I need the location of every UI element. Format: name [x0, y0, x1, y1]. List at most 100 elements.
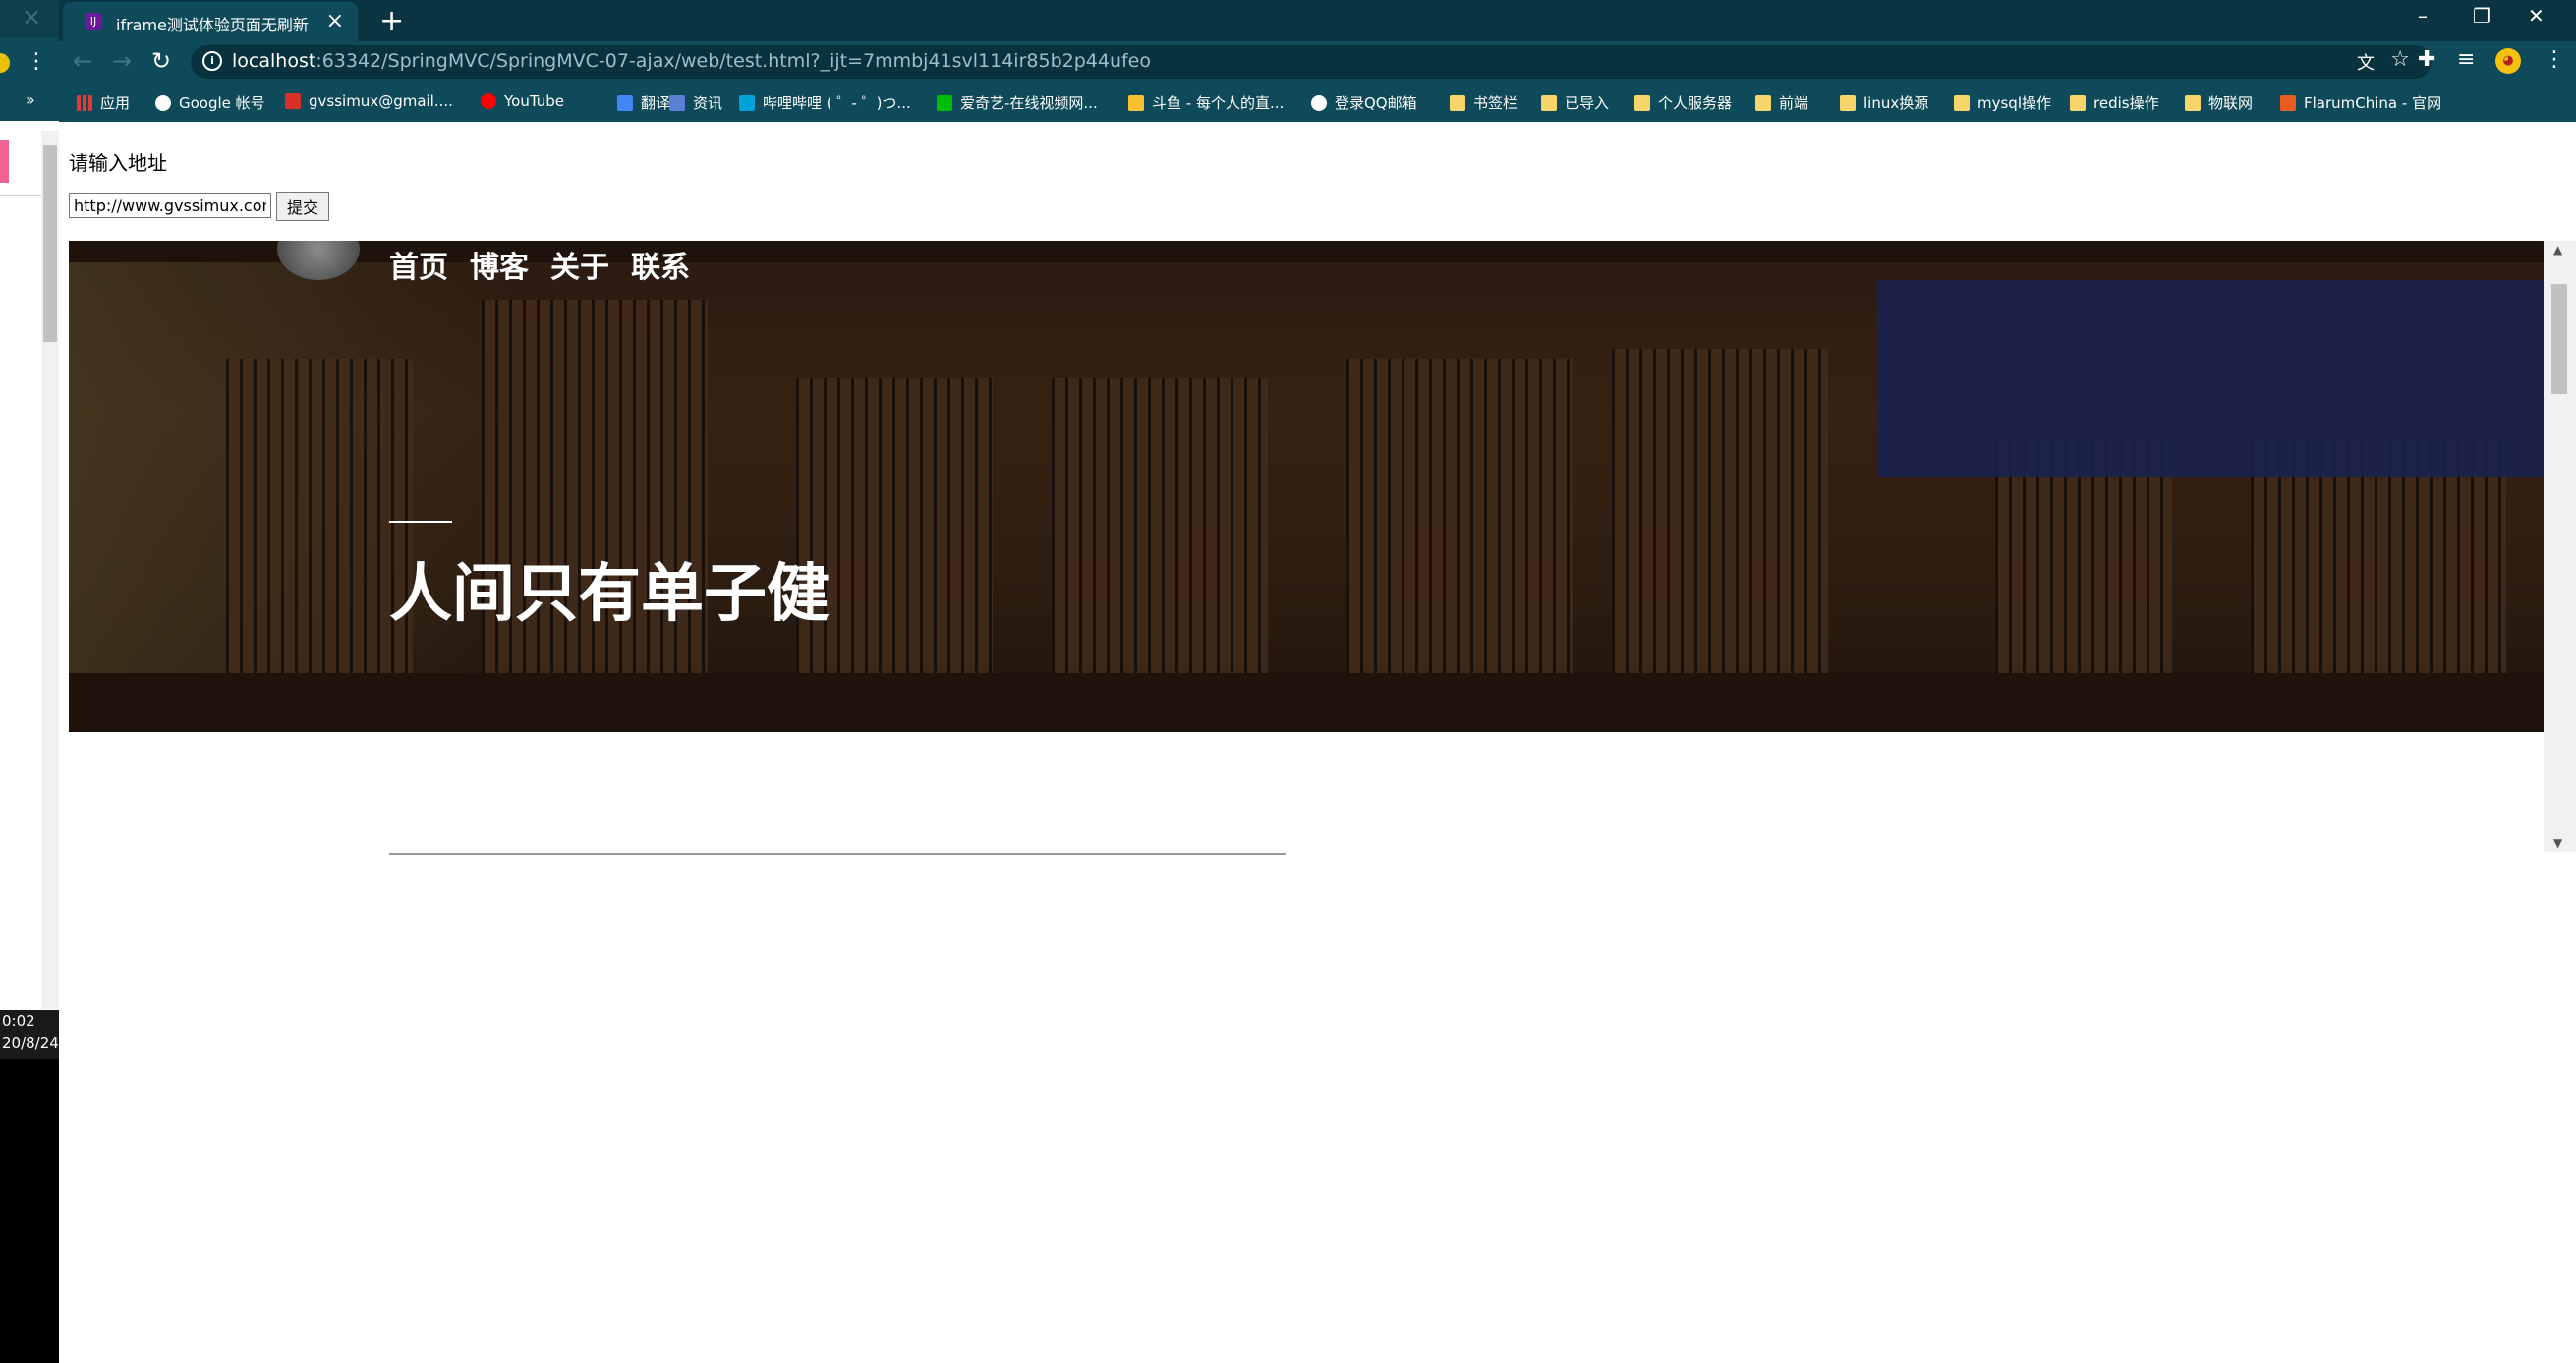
mail-icon [285, 93, 301, 109]
dy-icon [1128, 95, 1144, 111]
bookmark-label: 已导入 [1565, 94, 1610, 112]
nav-contact[interactable]: 联系 [631, 243, 690, 286]
yt-icon [481, 93, 496, 109]
fl-icon [2280, 95, 2296, 111]
nav-about[interactable]: 关于 [550, 243, 609, 286]
content-divider [389, 853, 1286, 855]
bookmark-item[interactable]: Google 帐号 [155, 92, 265, 113]
browser-window: IJ iframe测试体验页面无刷新 × + – ❐ ✕ ← → ↻ i loc… [59, 0, 2576, 1363]
bookmark-label: 物联网 [2208, 94, 2254, 112]
divider [0, 195, 43, 196]
bookmark-label: redis操作 [2093, 94, 2159, 112]
extensions-icon[interactable]: ✚ [2418, 47, 2435, 72]
bookmark-item[interactable]: gvssimux@gmail.... [285, 92, 453, 110]
background-scrollbar[interactable] [41, 131, 59, 1009]
apps-icon [77, 95, 92, 111]
bookmark-label: 哔哩哔哩 ( ゜- ゜)つ... [763, 94, 911, 112]
gb-icon [669, 95, 685, 111]
scrollbar-thumb[interactable] [2551, 284, 2567, 394]
bili-icon [739, 95, 755, 111]
close-icon[interactable]: × [326, 9, 344, 33]
hero-headline: 人间只有单子健 [389, 558, 830, 631]
address-bar[interactable]: i localhost:63342/SpringMVC/SpringMVC-07… [191, 45, 2432, 79]
site-nav: 首页 博客 关于 联系 [389, 243, 712, 286]
g-icon [155, 95, 171, 111]
url-text[interactable]: localhost:63342/SpringMVC/SpringMVC-07-a… [232, 50, 1151, 72]
address-input[interactable] [69, 193, 271, 218]
minimize-icon[interactable]: – [2418, 4, 2428, 28]
clock-date: 20/8/24 [2, 1034, 59, 1051]
bookmark-item[interactable]: 资讯 [669, 92, 722, 113]
bookmark-label: 翻译 [641, 94, 671, 112]
bookmark-label: FlarumChina - 官网 [2304, 94, 2442, 112]
bookmark-label: 个人服务器 [1658, 94, 1733, 112]
bookmark-label: 资讯 [693, 94, 723, 112]
folder-icon [1634, 95, 1650, 111]
avatar[interactable]: ◕ [2495, 48, 2521, 74]
pink-marker [0, 140, 9, 183]
hero-banner: 首页 博客 关于 联系 人间只有单子健 [69, 241, 2544, 732]
bookmark-item[interactable]: linux换源 [1840, 92, 1928, 113]
bookmark-item[interactable]: 个人服务器 [1634, 92, 1732, 113]
bookmark-label: Google 帐号 [179, 94, 265, 112]
plus-icon[interactable]: + [379, 4, 404, 38]
chevron-icon: » [26, 90, 35, 109]
bookmark-item[interactable]: mysql操作 [1954, 92, 2051, 113]
bookmark-item[interactable]: 翻译 [617, 92, 670, 113]
clock-time: 0:02 [2, 1012, 35, 1030]
forward-icon[interactable]: → [112, 47, 132, 75]
folder-icon [1755, 95, 1771, 111]
nav-blog[interactable]: 博客 [470, 243, 529, 286]
url-path: :63342/SpringMVC/SpringMVC-07-ajax/web/t… [315, 50, 1151, 72]
tab-strip: IJ iframe测试体验页面无刷新 × + – ❐ ✕ [59, 0, 2576, 41]
bookmark-label: 斗鱼 - 每个人的直... [1152, 94, 1285, 112]
scrollbar-thumb[interactable] [43, 145, 57, 342]
bookmark-item[interactable]: 前端 [1755, 92, 1808, 113]
bookmark-label: 登录QQ邮箱 [1335, 94, 1417, 112]
scroll-down-icon[interactable]: ▼ [2553, 836, 2562, 850]
bookmark-label: YouTube [504, 92, 564, 110]
bookmark-label: mysql操作 [1977, 94, 2051, 112]
bookmark-item[interactable]: 应用 [77, 92, 130, 113]
info-icon[interactable]: i [202, 51, 222, 71]
translate-icon[interactable]: 文 [2357, 49, 2375, 75]
bookmark-item[interactable]: 斗鱼 - 每个人的直... [1128, 92, 1284, 113]
bookmark-label: 前端 [1779, 94, 1809, 112]
tr-icon [617, 95, 633, 111]
reading-list-icon[interactable]: ≡ [2457, 47, 2475, 72]
background-window-tabstrip: × [0, 0, 59, 37]
background-window-strip: × ⋮ » 0:02 20/8/24 [0, 0, 59, 1363]
folder-icon [2070, 95, 2086, 111]
bookmark-item[interactable]: redis操作 [2070, 92, 2159, 113]
taskbar-clock[interactable]: 0:02 20/8/24 [0, 1010, 59, 1059]
reload-icon[interactable]: ↻ [151, 47, 171, 75]
bookmark-item[interactable]: 物联网 [2185, 92, 2253, 113]
folder-icon [2185, 95, 2201, 111]
address-prompt: 请输入地址 [69, 151, 167, 175]
tab-title: iframe测试体验页面无刷新 [116, 16, 309, 34]
submit-button[interactable]: 提交 [276, 192, 329, 221]
scroll-up-icon[interactable]: ▲ [2553, 243, 2562, 256]
bookmark-item[interactable]: FlarumChina - 官网 [2280, 92, 2441, 113]
bookmark-item[interactable]: 哔哩哔哩 ( ゜- ゜)つ... [739, 92, 911, 113]
headline-rule [389, 521, 452, 523]
bookmark-item[interactable]: 爱奇艺-在线视频网... [937, 92, 1098, 113]
nav-home[interactable]: 首页 [389, 243, 448, 286]
hero-overlay [69, 241, 2544, 732]
bookmark-item[interactable]: 书签栏 [1450, 92, 1517, 113]
tab-active[interactable]: IJ iframe测试体验页面无刷新 × [63, 2, 358, 41]
back-icon[interactable]: ← [73, 47, 92, 75]
bookmark-item[interactable]: YouTube [481, 92, 564, 110]
bookmark-item[interactable]: 登录QQ邮箱 [1311, 92, 1417, 113]
url-host: localhost [232, 50, 316, 72]
bookmark-label: 应用 [100, 94, 131, 112]
bookmark-label: 书签栏 [1473, 94, 1518, 112]
bookmarks-bar: 应用 Google 帐号 gvssimux@gmail.... YouTube 翻译 资讯… [59, 83, 2576, 122]
star-icon[interactable]: ☆ [2390, 47, 2410, 72]
bookmark-item[interactable]: 已导入 [1541, 92, 1609, 113]
restore-icon[interactable]: ❐ [2473, 4, 2490, 28]
close-window-icon[interactable]: ✕ [2528, 4, 2545, 28]
iframe-scrollbar[interactable]: ▲ ▼ [2544, 241, 2576, 852]
page-content: 请输入地址 提交 首页博客关于联系 [59, 122, 2576, 1363]
menu-icon[interactable]: ⋮ [2544, 47, 2565, 72]
